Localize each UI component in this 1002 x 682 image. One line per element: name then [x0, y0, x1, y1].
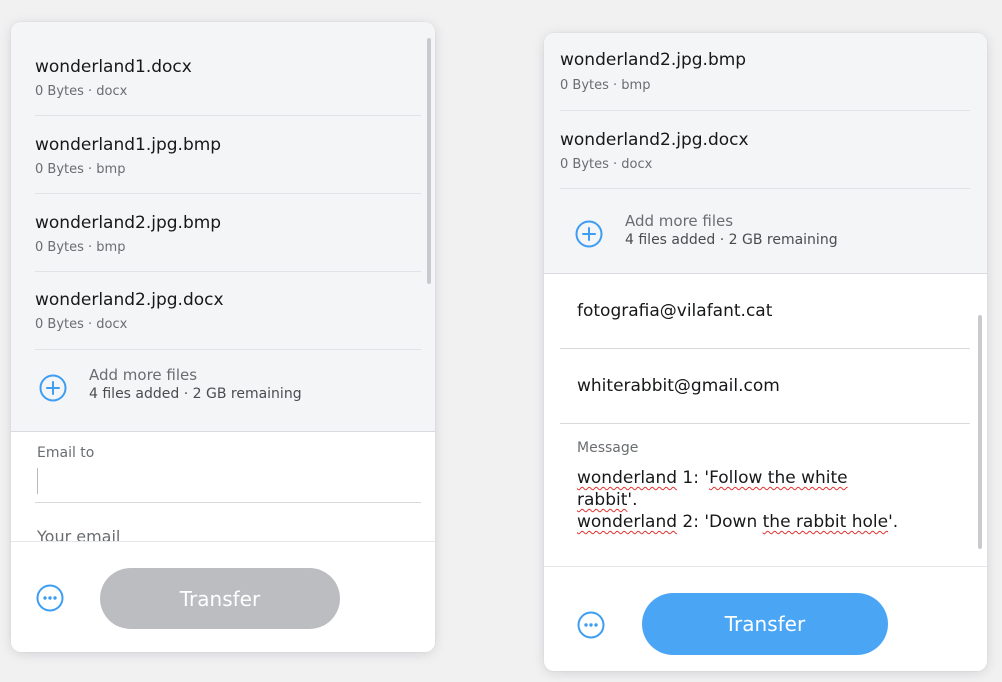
transfer-panel-right: wonderland2.jpg.bmp 0 Bytes · bmp wonder…: [544, 33, 987, 671]
message-fragment: 2: 'Down: [677, 512, 763, 532]
file-item[interactable]: wonderland1.jpg.bmp 0 Bytes · bmp: [35, 115, 421, 194]
file-meta: 0 Bytes · docx: [35, 317, 128, 332]
file-name: wonderland1.docx: [35, 57, 192, 77]
email-to-label: Email to: [37, 445, 95, 461]
message-textarea[interactable]: wonderland 1: 'Follow the white rabbit'.…: [577, 467, 967, 533]
ellipsis-circle-icon[interactable]: [577, 611, 605, 639]
add-more-files-label: Add more files: [625, 212, 734, 230]
recipient-email-field[interactable]: fotografia@vilafant.cat: [577, 301, 772, 321]
email-to-input[interactable]: [37, 468, 38, 494]
file-name: wonderland2.jpg.docx: [560, 130, 749, 150]
file-list: wonderland1.docx 0 Bytes · docx wonderla…: [11, 22, 435, 432]
transfer-button[interactable]: Transfer: [100, 568, 340, 629]
message-line: rabbit'.: [577, 489, 967, 511]
file-item[interactable]: wonderland1.docx 0 Bytes · docx: [35, 22, 421, 116]
file-item[interactable]: wonderland2.jpg.bmp 0 Bytes · bmp: [35, 193, 421, 272]
file-meta: 0 Bytes · docx: [35, 84, 128, 99]
sender-divider: [560, 423, 970, 424]
file-item[interactable]: wonderland2.jpg.docx 0 Bytes · docx: [35, 271, 421, 350]
plus-circle-icon[interactable]: [39, 374, 67, 402]
message-word: wonderland: [577, 512, 678, 532]
add-more-files-label: Add more files: [89, 366, 198, 384]
file-meta: 0 Bytes · bmp: [35, 240, 126, 255]
message-fragment: the rabbit hole: [762, 512, 889, 532]
file-name: wonderland2.jpg.bmp: [560, 50, 747, 70]
file-list: wonderland2.jpg.bmp 0 Bytes · bmp wonder…: [544, 33, 987, 274]
message-label: Message: [577, 440, 639, 456]
form-scrollbar[interactable]: [978, 315, 982, 549]
panel-footer: Transfer: [544, 566, 987, 671]
file-meta: 0 Bytes · docx: [560, 157, 653, 172]
files-summary: 4 files added · 2 GB remaining: [625, 232, 838, 248]
message-line: wonderland 1: 'Follow the white: [577, 467, 967, 489]
file-name: wonderland2.jpg.docx: [35, 290, 224, 310]
message-fragment: Follow the white: [709, 468, 848, 488]
panel-footer: Transfer: [11, 541, 435, 652]
recipient-divider: [560, 348, 970, 349]
message-word: rabbit: [577, 490, 628, 510]
ellipsis-circle-icon[interactable]: [36, 584, 64, 612]
file-list-scrollbar[interactable]: [427, 38, 431, 284]
file-name: wonderland1.jpg.bmp: [35, 135, 222, 155]
sender-email-field[interactable]: whiterabbit@gmail.com: [577, 376, 780, 396]
message-line: wonderland 2: 'Down the rabbit hole'.: [577, 511, 967, 533]
message-fragment: '.: [888, 512, 899, 532]
file-item[interactable]: wonderland2.jpg.bmp 0 Bytes · bmp: [560, 33, 970, 111]
message-fragment: 1: ': [677, 468, 710, 488]
plus-circle-icon[interactable]: [575, 220, 603, 248]
email-to-divider: [35, 502, 421, 503]
screenshot-scene: wonderland1.docx 0 Bytes · docx wonderla…: [0, 0, 1002, 682]
file-meta: 0 Bytes · bmp: [560, 78, 651, 93]
transfer-button[interactable]: Transfer: [642, 593, 888, 655]
file-item[interactable]: wonderland2.jpg.docx 0 Bytes · docx: [560, 110, 970, 189]
file-meta: 0 Bytes · bmp: [35, 162, 126, 177]
files-summary: 4 files added · 2 GB remaining: [89, 386, 302, 402]
transfer-panel-left: wonderland1.docx 0 Bytes · docx wonderla…: [11, 22, 435, 652]
file-name: wonderland2.jpg.bmp: [35, 213, 222, 233]
message-fragment: '.: [627, 490, 638, 510]
message-word: wonderland: [577, 468, 678, 488]
